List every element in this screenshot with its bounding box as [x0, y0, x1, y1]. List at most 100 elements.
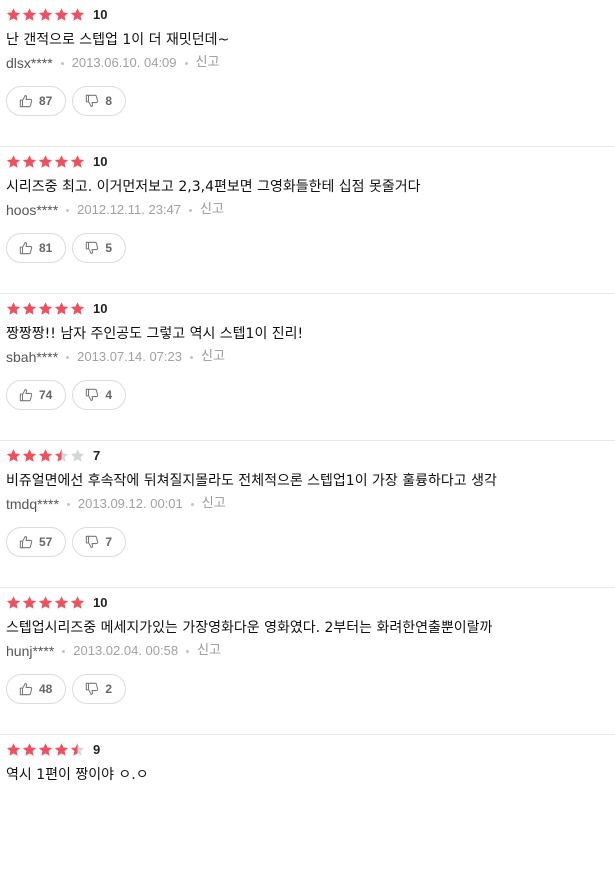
- review-list: 10 난 갠적으로 스텝업 1이 더 재밋던데~ dlsx**** 2013.0…: [0, 0, 615, 882]
- star-icon: [6, 742, 21, 756]
- report-link[interactable]: 신고: [196, 54, 220, 72]
- dislike-count: 8: [105, 94, 113, 108]
- star-rating: [6, 7, 86, 22]
- dislike-button[interactable]: 2: [72, 674, 127, 704]
- star-icon: [70, 301, 85, 315]
- star-icon: [70, 448, 85, 462]
- separator-dot: [60, 61, 64, 65]
- review-item: 9 역시 1편이 짱이야 ㅇ.ㅇ: [0, 735, 615, 882]
- star-icon: [6, 154, 21, 168]
- vote-buttons: 81 5: [6, 233, 132, 263]
- dislike-count: 4: [105, 388, 113, 402]
- reviewer-id: sbah****: [6, 349, 59, 365]
- star-icon: [22, 595, 37, 609]
- review-item: 10 시리즈중 최고. 이거먼저보고 2,3,4편보면 그영화들한테 십점 못줄…: [0, 147, 615, 294]
- separator-dot: [66, 208, 70, 212]
- review-meta: hoos**** 2012.12.11. 23:47 신고: [6, 201, 224, 219]
- star-icon: [22, 301, 37, 315]
- review-meta: hunj**** 2013.02.04. 00:58 신고: [6, 642, 221, 660]
- star-icon: [54, 154, 69, 168]
- like-count: 74: [39, 388, 53, 402]
- like-count: 87: [39, 94, 53, 108]
- separator-dot: [190, 502, 194, 506]
- reviewer-id: tmdq****: [6, 496, 59, 512]
- star-rating: [6, 595, 86, 610]
- review-date: 2013.09.12. 00:01: [77, 496, 183, 511]
- review-item: 10 난 갠적으로 스텝업 1이 더 재밋던데~ dlsx**** 2013.0…: [0, 0, 615, 147]
- report-link[interactable]: 신고: [201, 348, 225, 366]
- rating-score: 10: [93, 6, 108, 22]
- rating: 10: [6, 152, 107, 170]
- vote-buttons: 87 8: [6, 86, 132, 116]
- star-icon: [22, 7, 37, 21]
- star-icon: [22, 742, 37, 756]
- rating: 10: [6, 5, 107, 23]
- thumbs-down-icon: [86, 682, 99, 695]
- report-link[interactable]: 신고: [202, 495, 226, 513]
- star-icon: [22, 154, 37, 168]
- rating: 10: [6, 593, 107, 611]
- review-meta: sbah**** 2013.07.14. 07:23 신고: [6, 348, 225, 366]
- star-icon: [54, 301, 69, 315]
- separator-dot: [189, 355, 193, 359]
- review-item: 7 비쥬얼면에선 후속작에 뒤쳐질지몰라도 전체적으론 스텝업1이 가장 훌륭하…: [0, 441, 615, 588]
- rating-score: 10: [93, 153, 108, 169]
- star-icon: [38, 7, 53, 21]
- review-item: 10 스텝업시리즈중 메세지가있는 가장영화다운 영화였다. 2부터는 화려한연…: [0, 588, 615, 735]
- rating: 10: [6, 299, 107, 317]
- star-icon: [6, 7, 21, 21]
- star-icon: [38, 301, 53, 315]
- star-icon: [70, 595, 85, 609]
- star-icon: [38, 595, 53, 609]
- thumbs-down-icon: [86, 94, 99, 107]
- star-rating: [6, 154, 86, 169]
- star-icon: [54, 7, 69, 21]
- like-button[interactable]: 81: [6, 233, 67, 263]
- star-icon: [38, 154, 53, 168]
- star-icon: [6, 448, 21, 462]
- separator-dot: [186, 649, 190, 653]
- star-icon: [6, 301, 21, 315]
- like-button[interactable]: 87: [6, 86, 67, 116]
- star-icon: [54, 448, 69, 462]
- report-link[interactable]: 신고: [200, 201, 224, 219]
- thumbs-up-icon: [19, 95, 33, 108]
- rating-score: 9: [93, 741, 101, 757]
- thumbs-down-icon: [86, 535, 99, 548]
- rating: 9: [6, 740, 100, 758]
- star-icon: [70, 154, 85, 168]
- vote-buttons: 48 2: [6, 674, 132, 704]
- dislike-button[interactable]: 7: [72, 527, 127, 557]
- review-comment: 짱짱짱!! 남자 주인공도 그렇고 역시 스텝1이 진리!: [6, 326, 304, 342]
- star-rating: [6, 742, 86, 757]
- review-comment: 비쥬얼면에선 후속작에 뒤쳐질지몰라도 전체적으론 스텝업1이 가장 훌륭하다고…: [6, 473, 497, 489]
- like-count: 48: [39, 682, 53, 696]
- thumbs-down-icon: [86, 241, 99, 254]
- like-count: 57: [39, 535, 53, 549]
- rating-score: 7: [93, 447, 101, 463]
- star-rating: [6, 448, 86, 463]
- review-date: 2013.02.04. 00:58: [73, 643, 179, 658]
- dislike-button[interactable]: 4: [72, 380, 127, 410]
- reviewer-id: hunj****: [6, 643, 55, 659]
- dislike-button[interactable]: 5: [72, 233, 127, 263]
- dislike-count: 5: [105, 241, 113, 255]
- like-button[interactable]: 57: [6, 527, 67, 557]
- vote-buttons: 57 7: [6, 527, 132, 557]
- separator-dot: [62, 649, 66, 653]
- review-comment: 시리즈중 최고. 이거먼저보고 2,3,4편보면 그영화들한테 십점 못줄거다: [6, 179, 421, 195]
- star-rating: [6, 301, 86, 316]
- report-link[interactable]: 신고: [197, 642, 221, 660]
- like-button[interactable]: 48: [6, 674, 67, 704]
- review-date: 2012.12.11. 23:47: [77, 202, 182, 217]
- star-icon: [6, 595, 21, 609]
- separator-dot: [189, 208, 193, 212]
- dislike-count: 7: [105, 535, 113, 549]
- like-button[interactable]: 74: [6, 380, 67, 410]
- dislike-button[interactable]: 8: [72, 86, 127, 116]
- review-item: 10 짱짱짱!! 남자 주인공도 그렇고 역시 스텝1이 진리! sbah***…: [0, 294, 615, 441]
- review-date: 2013.06.10. 04:09: [71, 55, 177, 70]
- reviewer-id: hoos****: [6, 202, 59, 218]
- thumbs-up-icon: [19, 536, 33, 549]
- rating-score: 10: [93, 300, 108, 316]
